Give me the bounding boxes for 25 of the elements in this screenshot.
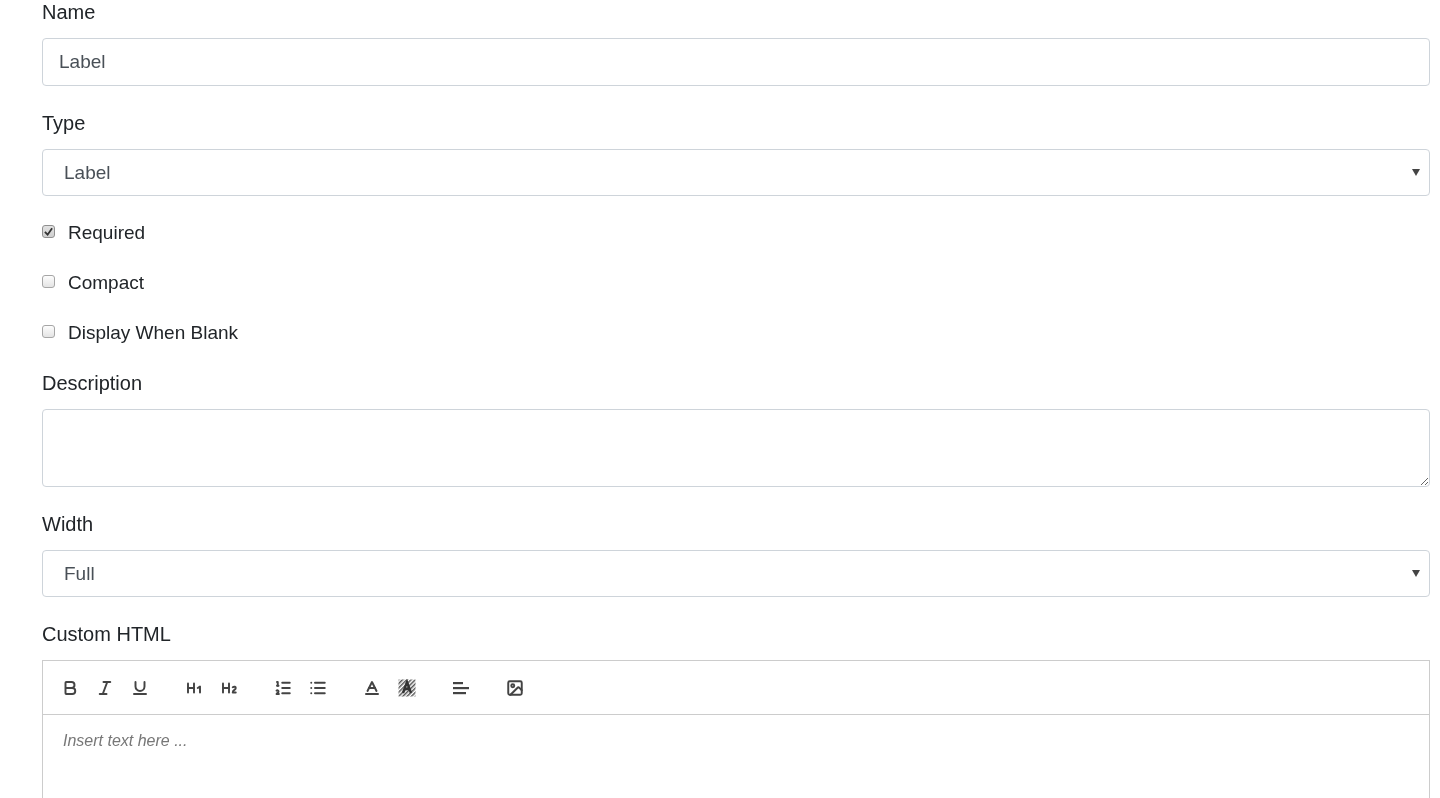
image-icon bbox=[505, 678, 524, 697]
align-left-icon bbox=[451, 680, 470, 695]
select-field[interactable]: Label bbox=[42, 149, 1430, 196]
checkbox[interactable] bbox=[42, 224, 55, 238]
text-color-icon bbox=[362, 678, 381, 697]
checkbox[interactable] bbox=[42, 274, 55, 288]
textarea-field[interactable] bbox=[42, 409, 1430, 487]
underline-icon bbox=[130, 678, 149, 697]
checkbox-label: Compact bbox=[68, 271, 145, 295]
checkmark-icon bbox=[44, 226, 53, 236]
editor-text-field[interactable]: Insert text here ... bbox=[42, 715, 1430, 798]
field-label: Name bbox=[42, 0, 97, 24]
field-label: Width bbox=[42, 512, 95, 536]
checkbox[interactable] bbox=[42, 324, 55, 338]
caret-icon bbox=[1412, 169, 1420, 176]
highlight-icon bbox=[397, 678, 416, 697]
field-label: Description bbox=[42, 371, 144, 395]
text-input-field[interactable]: Label bbox=[42, 38, 1430, 86]
field-label: Type bbox=[42, 111, 87, 135]
field-label: Custom HTML bbox=[42, 622, 172, 646]
numbered-list-icon bbox=[273, 678, 292, 697]
checkbox-label: Display When Blank bbox=[68, 321, 239, 345]
checkbox-label: Required bbox=[68, 221, 146, 245]
select-field[interactable]: Full bbox=[42, 550, 1430, 597]
caret-icon bbox=[1412, 570, 1420, 577]
